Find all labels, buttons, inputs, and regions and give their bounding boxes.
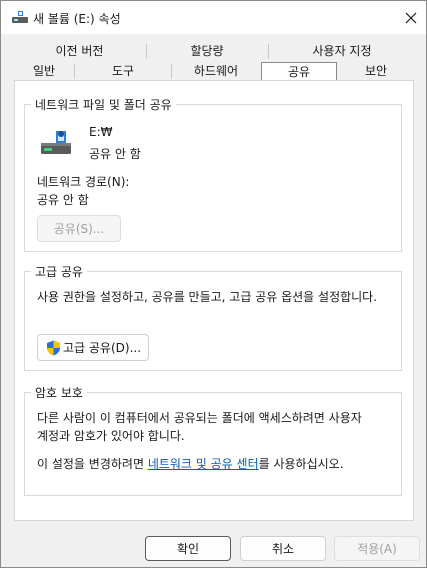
network-path-label: 네트워크 경로(N):	[37, 175, 130, 189]
tab-tools[interactable]: 도구	[75, 62, 171, 80]
close-button[interactable]	[399, 7, 423, 29]
network-share-group: 네트워크 파일 및 폴더 공유 E:₩ 공유 안 함 네트워크 경로(N): 공…	[24, 96, 402, 252]
tab-quota[interactable]: 할당량	[147, 42, 267, 60]
title-bar: 새 볼륨 (E:) 속성	[1, 1, 426, 34]
window-title: 새 볼륨 (E:) 속성	[33, 12, 121, 26]
password-description-line1: 다른 사람이 이 컴퓨터에서 공유되는 폴더에 액세스하려면 사용자	[37, 411, 362, 425]
password-description-line3: 이 설정을 변경하려면 네트워크 및 공유 센터를 사용하십시오.	[37, 455, 344, 472]
close-icon	[405, 12, 417, 24]
drive-icon	[11, 9, 29, 25]
network-drive-icon	[39, 129, 73, 157]
properties-window: 새 볼륨 (E:) 속성 이전 버전 할당량 사용자 지정 일반 도구 하드웨어…	[0, 0, 427, 568]
tab-sharing[interactable]: 공유	[261, 62, 337, 82]
password-change-text-post: 를 사용하십시오.	[258, 457, 344, 471]
advanced-share-group: 고급 공유 사용 권한을 설정하고, 공유를 만들고, 고급 공유 옵션을 설정…	[24, 263, 402, 371]
apply-button[interactable]: 적용(A)	[334, 536, 420, 561]
ok-button[interactable]: 확인	[145, 536, 231, 561]
password-description-line2: 계정과 암호가 있어야 합니다.	[37, 429, 185, 443]
dialog-button-bar: 확인 취소 적용(A)	[1, 521, 426, 567]
advanced-share-button[interactable]: 고급 공유(D)...	[37, 334, 149, 361]
share-status: 공유 안 함	[89, 147, 141, 161]
advanced-share-button-label: 고급 공유(D)...	[63, 341, 142, 355]
sharing-panel: 네트워크 파일 및 폴더 공유 E:₩ 공유 안 함 네트워크 경로(N): 공…	[14, 80, 414, 521]
network-path-value: 공유 안 함	[37, 193, 89, 207]
tab-security[interactable]: 보안	[338, 62, 414, 80]
share-button[interactable]: 공유(S)...	[37, 215, 121, 242]
advanced-share-group-title: 고급 공유	[31, 263, 87, 280]
password-protection-group: 암호 보호 다른 사람이 이 컴퓨터에서 공유되는 폴더에 액세스하려면 사용자…	[24, 384, 402, 496]
network-share-group-title: 네트워크 파일 및 폴더 공유	[31, 96, 176, 113]
tab-previous-versions[interactable]: 이전 버전	[14, 42, 145, 60]
tab-hardware[interactable]: 하드웨어	[172, 62, 260, 80]
cancel-button[interactable]: 취소	[240, 536, 326, 561]
password-protection-group-title: 암호 보호	[31, 384, 87, 401]
tab-customize[interactable]: 사용자 지정	[269, 42, 415, 60]
uac-shield-icon	[46, 340, 61, 356]
drive-path: E:₩	[89, 125, 113, 139]
advanced-share-description: 사용 권한을 설정하고, 공유를 만들고, 고급 공유 옵션을 설정합니다.	[37, 290, 378, 304]
tab-strip: 이전 버전 할당량 사용자 지정 일반 도구 하드웨어 공유 보안	[1, 34, 426, 84]
network-sharing-center-link[interactable]: 네트워크 및 공유 센터	[148, 457, 259, 471]
tab-general[interactable]: 일반	[14, 62, 74, 80]
password-change-text-pre: 이 설정을 변경하려면	[37, 457, 148, 471]
